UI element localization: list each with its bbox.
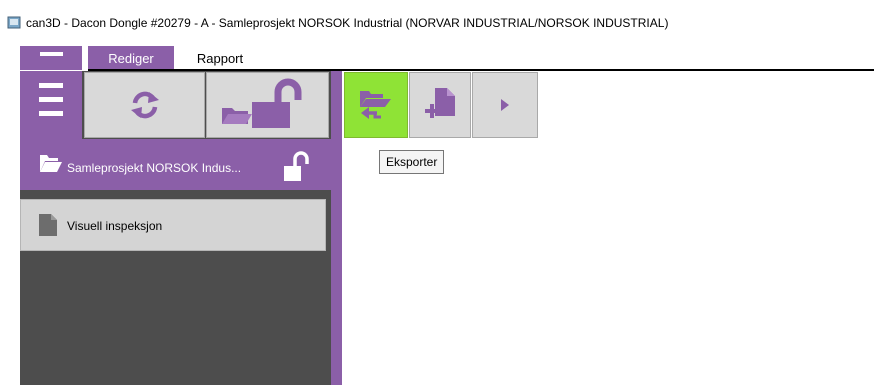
menu-rediger[interactable]: Rediger: [88, 46, 174, 70]
hamburger-icon: [39, 83, 63, 116]
title-bar: can3D - Dacon Dongle #20279 - A - Samlep…: [0, 0, 874, 46]
tooltip-eksporter: Eksporter: [379, 150, 445, 174]
new-file-icon: [425, 88, 455, 118]
document-icon: [39, 214, 57, 236]
unlock-folder-icon: [221, 78, 301, 128]
sidebar-item-visuell-inspeksjon[interactable]: [20, 199, 326, 251]
hamburger-menu-button[interactable]: [20, 71, 82, 139]
window-title: can3D - Dacon Dongle #20279 - A - Samlep…: [26, 16, 669, 30]
sidebar-border[interactable]: [331, 71, 342, 385]
refresh-button[interactable]: [84, 72, 205, 138]
refresh-icon: [130, 91, 159, 119]
play-icon: [501, 99, 509, 111]
folder-open-icon: [40, 155, 62, 172]
unlock-icon: [284, 151, 309, 181]
unlock-project-button[interactable]: [206, 72, 329, 138]
more-button[interactable]: [472, 72, 538, 138]
app-icon: [7, 16, 21, 29]
menu-rapport[interactable]: Rapport: [180, 46, 260, 70]
export-button[interactable]: [344, 72, 408, 138]
export-folder-icon: [360, 91, 391, 119]
sidebar-item-label: Visuell inspeksjon: [67, 219, 163, 233]
hamburger-menu-top[interactable]: [20, 46, 82, 70]
sidebar-item-label: Samleprosjekt NORSOK Indus...: [67, 161, 242, 175]
new-file-button[interactable]: [409, 72, 471, 138]
